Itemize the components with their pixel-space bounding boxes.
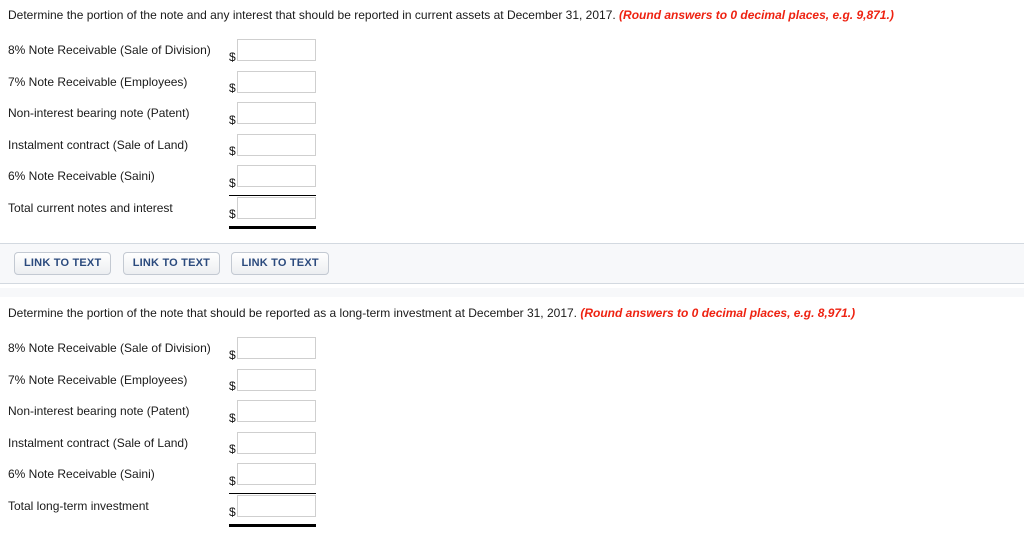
section-1-prompt: Determine the portion of the note and an… [8,8,894,22]
currency-symbol: $ [229,207,236,221]
table-row: 8% Note Receivable (Sale of Division) $ [0,335,855,367]
row-label: 8% Note Receivable (Sale of Division) [8,341,211,355]
money-cell: $ [229,398,316,430]
section-2-round-note: (Round answers to 0 decimal places, e.g.… [580,306,856,320]
money-cell: $ [229,430,316,462]
current-assets-section: Determine the portion of the note and an… [0,8,894,229]
row-label: Instalment contract (Sale of Land) [8,137,189,152]
amount-input[interactable] [237,165,316,187]
section-1-prompt-text: Determine the portion of the note and an… [8,8,616,22]
table-row: Instalment contract (Sale of Land) $ [0,132,894,164]
table-row: 7% Note Receivable (Employees) $ [0,367,855,399]
link-to-text-button-2[interactable]: LINK TO TEXT [122,252,221,275]
total-row: Total current notes and interest $ [0,194,894,229]
section-2-prompt-text: Determine the portion of the note that s… [8,306,577,320]
row-label: Non-interest bearing note (Patent) [8,106,190,120]
row-label: Instalment contract (Sale of Land) [8,435,189,450]
table-row: 7% Note Receivable (Employees) $ [0,69,894,101]
amount-input[interactable] [237,39,316,61]
money-cell: $ [229,37,316,69]
total-row-label: Total current notes and interest [8,200,173,215]
long-term-investment-rows: 8% Note Receivable (Sale of Division) $ … [0,335,855,527]
currency-symbol: $ [229,410,236,425]
currency-symbol: $ [229,49,236,64]
table-row: 6% Note Receivable (Saini) $ [0,461,855,493]
section-2-prompt: Determine the portion of the note that s… [8,306,855,320]
money-cell: $ [229,163,316,195]
money-cell: $ [229,100,316,132]
link-to-text-button-1[interactable]: LINK TO TEXT [14,252,112,275]
money-cell: $ [229,335,316,367]
amount-input[interactable] [237,70,316,93]
amount-input[interactable] [237,368,316,391]
row-label: 7% Note Receivable (Employees) [8,74,188,89]
money-cell: $ [229,69,316,101]
long-term-investment-section: Determine the portion of the note that s… [0,306,855,527]
currency-symbol: $ [229,81,236,95]
row-label: Non-interest bearing note (Patent) [8,404,190,418]
current-assets-rows: 8% Note Receivable (Sale of Division) $ … [0,37,894,229]
row-label: 6% Note Receivable (Saini) [8,169,155,183]
table-row: Non-interest bearing note (Patent) $ [0,100,894,132]
currency-symbol: $ [229,379,236,393]
section-divider-strip [0,288,1024,297]
amount-input[interactable] [237,463,316,485]
amount-input[interactable] [237,102,316,124]
currency-symbol: $ [229,347,236,362]
currency-symbol: $ [229,473,236,488]
section-1-round-note: (Round answers to 0 decimal places, e.g.… [619,8,894,22]
currency-symbol: $ [229,112,236,127]
amount-input[interactable] [237,133,316,156]
row-label: 6% Note Receivable (Saini) [8,467,155,481]
row-label: 8% Note Receivable (Sale of Division) [8,43,211,57]
currency-symbol: $ [229,442,236,456]
currency-symbol: $ [229,144,236,158]
table-row: Non-interest bearing note (Patent) $ [0,398,855,430]
amount-input[interactable] [237,400,316,422]
amount-input[interactable] [237,337,316,359]
total-amount-input[interactable] [237,494,316,517]
row-label: 7% Note Receivable (Employees) [8,372,188,387]
link-to-text-bar: LINK TO TEXT LINK TO TEXT LINK TO TEXT [0,243,1024,284]
money-cell: $ [229,195,316,227]
table-row: Instalment contract (Sale of Land) $ [0,430,855,462]
money-cell: $ [229,367,316,399]
link-to-text-button-3[interactable]: LINK TO TEXT [231,252,329,275]
table-row: 8% Note Receivable (Sale of Division) $ [0,37,894,69]
total-amount-input[interactable] [237,196,316,219]
money-cell: $ [229,132,316,164]
currency-symbol: $ [229,505,236,519]
table-row: 6% Note Receivable (Saini) $ [0,163,894,195]
total-row: Total long-term investment $ [0,492,855,527]
currency-symbol: $ [229,175,236,190]
total-row-label: Total long-term investment [8,498,149,513]
amount-input[interactable] [237,431,316,454]
money-cell: $ [229,461,316,493]
money-cell: $ [229,493,316,525]
